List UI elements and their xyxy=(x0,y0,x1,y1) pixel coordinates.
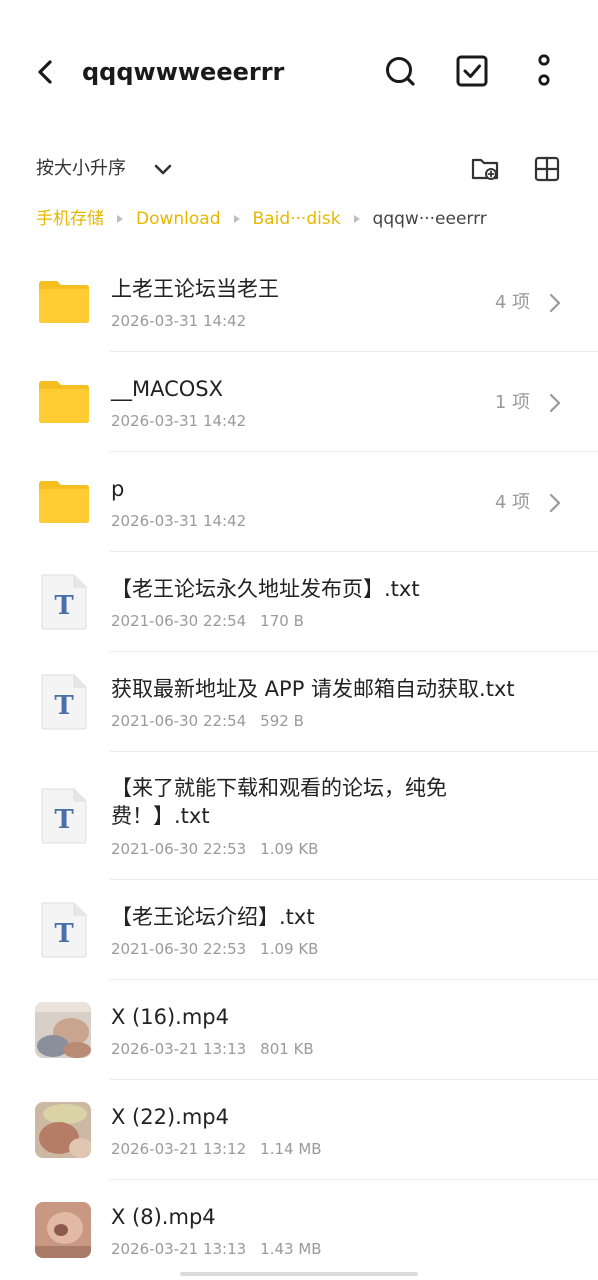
list-item-file[interactable]: T 获取最新地址及 APP 请发邮箱自动获取.txt 2021-06-30 22… xyxy=(0,652,598,752)
breadcrumb-separator-icon xyxy=(117,215,123,223)
file-meta: 2026-03-21 13:13 801 KB xyxy=(111,1038,314,1060)
file-meta: 2021-06-30 22:54 592 B xyxy=(111,710,304,732)
select-checkbox-icon[interactable] xyxy=(452,50,492,92)
file-size: 1.43 MB xyxy=(260,1240,322,1258)
sort-toolbar: 按大小升序 xyxy=(0,146,598,192)
file-meta: 2026-03-31 14:42 xyxy=(111,310,246,332)
file-date: 2026-03-31 14:42 xyxy=(111,312,247,330)
file-date: 2026-03-31 14:42 xyxy=(111,412,247,430)
folder-icon xyxy=(39,481,89,523)
list-item-file[interactable]: X (8).mp4 2026-03-21 13:13 1.43 MB xyxy=(0,1180,598,1280)
file-name: X (22).mp4 xyxy=(111,1105,229,1129)
svg-text:T: T xyxy=(54,919,74,949)
text-file-icon: T xyxy=(41,788,87,844)
file-date: 2026-03-21 13:12 xyxy=(111,1140,247,1158)
breadcrumb-item-download[interactable]: Download xyxy=(136,205,221,233)
new-folder-icon[interactable] xyxy=(470,154,500,184)
breadcrumb-item-baidu-disk[interactable]: Baid···disk xyxy=(253,205,341,233)
file-list: 上老王论坛当老王 2026-03-31 14:42 4 项 __MACOSX 2… xyxy=(0,252,598,1280)
list-item-file[interactable]: X (16).mp4 2026-03-21 13:13 801 KB xyxy=(0,980,598,1080)
more-vertical-icon[interactable] xyxy=(524,50,564,92)
file-name: 【老王论坛介绍】.txt xyxy=(111,905,315,929)
video-thumbnail xyxy=(35,1202,91,1258)
chevron-down-icon[interactable] xyxy=(150,157,176,181)
breadcrumb-separator-icon xyxy=(233,215,240,223)
file-name: 获取最新地址及 APP 请发邮箱自动获取.txt xyxy=(111,677,515,701)
grid-view-icon[interactable] xyxy=(532,154,562,184)
item-count: 1 项 xyxy=(494,392,530,413)
folder-icon xyxy=(39,381,89,423)
list-item-folder[interactable]: p 2026-03-31 14:42 4 项 xyxy=(0,452,598,552)
video-thumbnail xyxy=(35,1002,91,1058)
file-meta: 2021-06-30 22:53 1.09 KB xyxy=(111,938,318,960)
chevron-right-icon xyxy=(549,493,561,513)
list-item-folder[interactable]: 上老王论坛当老王 2026-03-31 14:42 4 项 xyxy=(0,252,598,352)
file-date: 2026-03-31 14:42 xyxy=(111,512,247,530)
svg-text:T: T xyxy=(54,805,74,835)
text-file-icon: T xyxy=(41,574,87,630)
file-meta: 2021-06-30 22:54 170 B xyxy=(111,610,304,632)
list-item-file[interactable]: T 【老王论坛介绍】.txt 2021-06-30 22:53 1.09 KB xyxy=(0,880,598,980)
list-item-folder[interactable]: __MACOSX 2026-03-31 14:42 1 项 xyxy=(0,352,598,452)
file-size: 1.14 MB xyxy=(260,1140,322,1158)
chevron-right-icon xyxy=(549,293,561,313)
gesture-handle xyxy=(180,1272,418,1276)
file-name: X (8).mp4 xyxy=(111,1205,216,1229)
file-date: 2021-06-30 22:54 xyxy=(111,612,247,630)
file-meta: 2026-03-31 14:42 xyxy=(111,410,246,432)
file-meta: 2026-03-21 13:13 1.43 MB xyxy=(111,1238,322,1260)
list-item-file[interactable]: T 【老王论坛永久地址发布页】.txt 2021-06-30 22:54 170 … xyxy=(0,552,598,652)
file-date: 2021-06-30 22:54 xyxy=(111,712,247,730)
breadcrumb-separator-icon xyxy=(353,215,360,223)
file-meta: 2021-06-30 22:53 1.09 KB xyxy=(111,838,318,860)
file-name: 【老王论坛永久地址发布页】.txt xyxy=(111,577,420,601)
list-item-file[interactable]: T 【来了就能下载和观看的论坛，纯免费！】.txt 2021-06-30 22:… xyxy=(0,752,598,880)
file-name: __MACOSX xyxy=(111,377,224,401)
breadcrumb-item-current: qqqw···eeerrr xyxy=(372,209,487,229)
file-size: 1.09 KB xyxy=(260,840,319,858)
text-file-icon: T xyxy=(41,674,87,730)
sort-label[interactable]: 按大小升序 xyxy=(36,155,126,183)
folder-icon xyxy=(39,281,89,323)
file-name: 【来了就能下载和观看的论坛，纯免费！】.txt xyxy=(111,776,447,828)
breadcrumb: 手机存储 Download Baid···disk qqqw···eeerrr xyxy=(36,205,487,233)
video-thumbnail xyxy=(35,1102,91,1158)
chevron-right-icon xyxy=(549,393,561,413)
file-size: 592 B xyxy=(260,712,304,730)
item-count: 4 项 xyxy=(494,492,530,513)
file-name: p xyxy=(111,477,125,501)
file-name: X (16).mp4 xyxy=(111,1005,229,1029)
file-size: 1.09 KB xyxy=(260,940,319,958)
file-name: 上老王论坛当老王 xyxy=(111,277,279,301)
list-item-file[interactable]: X (22).mp4 2026-03-21 13:12 1.14 MB xyxy=(0,1080,598,1180)
file-date: 2026-03-21 13:13 xyxy=(111,1240,247,1258)
text-file-icon: T xyxy=(41,902,87,958)
back-arrow-icon[interactable] xyxy=(28,52,64,92)
file-size: 170 B xyxy=(260,612,304,630)
svg-text:T: T xyxy=(54,591,74,621)
file-date: 2021-06-30 22:53 xyxy=(111,840,247,858)
search-icon[interactable] xyxy=(380,50,420,92)
file-size: 801 KB xyxy=(260,1040,314,1058)
svg-text:T: T xyxy=(54,691,74,721)
top-app-bar: qqqwwweeerrr xyxy=(0,0,598,140)
file-date: 2026-03-21 13:13 xyxy=(111,1040,247,1058)
page-title: qqqwwweeerrr xyxy=(82,58,285,86)
file-meta: 2026-03-31 14:42 xyxy=(111,510,246,532)
item-count: 4 项 xyxy=(494,292,530,313)
breadcrumb-item-phone-storage[interactable]: 手机存储 xyxy=(36,205,104,233)
file-date: 2021-06-30 22:53 xyxy=(111,940,247,958)
file-meta: 2026-03-21 13:12 1.14 MB xyxy=(111,1138,322,1160)
